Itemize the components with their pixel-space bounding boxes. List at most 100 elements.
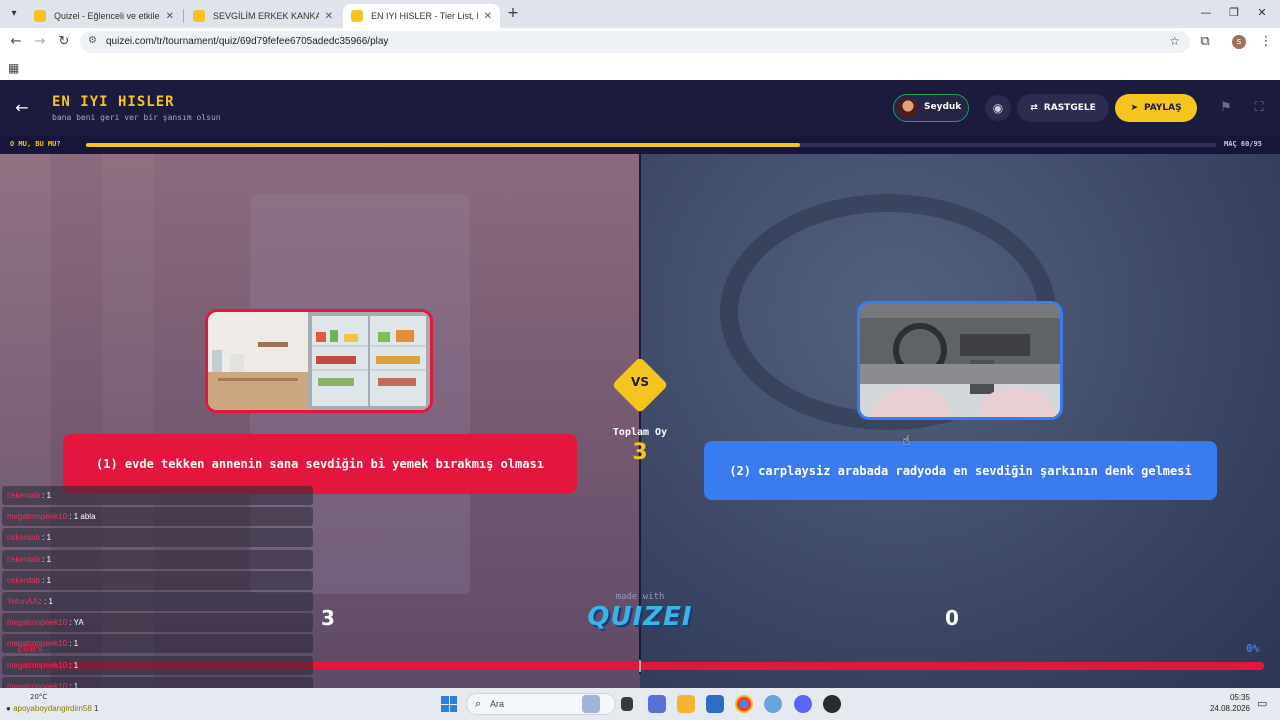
- discord-app-icon[interactable]: [794, 695, 812, 713]
- quizei-favicon-icon: [351, 10, 363, 22]
- close-icon[interactable]: ✕: [484, 11, 492, 22]
- bookmark-star-icon[interactable]: ☆: [1169, 34, 1180, 48]
- chat-username: megatronpeek10: [7, 618, 68, 628]
- bookmarks-bar: ▦: [0, 56, 1280, 80]
- mouse-cursor-icon: ☝: [902, 433, 911, 449]
- back-arrow-icon[interactable]: ←: [12, 98, 32, 118]
- weather-widget[interactable]: 20°C: [30, 693, 47, 701]
- tab-title: EN IYI HISLER - Tier List, Kör Se: [371, 11, 478, 21]
- url-text[interactable]: quizei.com/tr/tournament/quiz/69d79fefee…: [106, 36, 388, 47]
- chat-row: megatronpeek10 : 1: [2, 676, 313, 688]
- avatar: [898, 98, 918, 118]
- chat-row: megatronpeek10 : 1: [2, 655, 313, 675]
- reload-icon[interactable]: ↻: [56, 34, 72, 50]
- vs-label: VS: [631, 375, 649, 389]
- tab-search-icon[interactable]: ▾: [6, 6, 22, 22]
- chat-row: megatronpeek10 : 1: [2, 634, 313, 654]
- chat-text: : 1: [42, 575, 52, 585]
- user-name: Seyduk: [924, 102, 962, 112]
- chat-username: cekerdab: [7, 554, 40, 564]
- settings-app-icon[interactable]: [764, 695, 782, 713]
- extensions-icon[interactable]: ⧉: [1197, 34, 1213, 50]
- left-option-label[interactable]: (1) evde tekken annenin sana sevdiğin bi…: [63, 434, 577, 494]
- chat-username: megatronpeek10: [7, 660, 68, 670]
- apps-grid-icon[interactable]: ▦: [8, 61, 19, 75]
- chat-username: megatronpeek10: [7, 512, 68, 522]
- chat-message: 1: [94, 704, 99, 713]
- match-counter: MAÇ 60/95: [1224, 140, 1262, 148]
- quiz-subtitle: bana beni geri ver bir şansım olsun: [52, 113, 221, 122]
- minimize-icon[interactable]: —: [1196, 6, 1216, 19]
- right-option-image[interactable]: [857, 301, 1063, 420]
- right-option-label[interactable]: (2) carplaysiz arabada radyoda en sevdiğ…: [704, 441, 1217, 500]
- search-placeholder: Ara: [490, 699, 505, 709]
- chrome-app-icon[interactable]: [735, 695, 753, 713]
- chat-text: : 1: [44, 596, 53, 606]
- fullscreen-icon[interactable]: ⛶: [1249, 98, 1269, 118]
- share-button[interactable]: ➤ PAYLAŞ: [1115, 94, 1197, 122]
- browser-tab-bar: ▾ Quizei - Eğlenceli ve etkileşimli ✕ SE…: [0, 0, 1280, 28]
- chat-row: cekerdab : 1: [2, 570, 313, 590]
- notification-icon[interactable]: ▭: [1257, 697, 1267, 710]
- chat-row: megatronpeek10 : YA: [2, 613, 313, 633]
- browser-tab-3-active[interactable]: EN IYI HISLER - Tier List, Kör Se ✕: [343, 4, 500, 28]
- obs-app-icon[interactable]: [823, 695, 841, 713]
- address-bar-row: ← → ↻ ⚙ quizei.com/tr/tournament/quiz/69…: [0, 28, 1280, 56]
- widgets-app-icon[interactable]: [582, 695, 600, 713]
- chat-username: cekerdab: [7, 491, 40, 500]
- search-icon: ⌕: [475, 697, 482, 710]
- tab-title: SEVGİLİM ERKEK KANKASI İLE H: [213, 11, 319, 21]
- teams-app-icon[interactable]: [648, 695, 666, 713]
- chat-text: : 1 abla: [69, 512, 96, 522]
- shuffle-icon: ⇄: [1030, 103, 1038, 113]
- chat-row: cekerdab : 1: [2, 486, 313, 505]
- chat-text: : 1: [69, 639, 79, 649]
- vote-result-midpoint: [639, 660, 641, 672]
- user-profile-pill[interactable]: Seyduk: [893, 94, 969, 122]
- chat-username: cekerdab: [7, 533, 40, 543]
- random-button-label: RASTGELE: [1043, 103, 1096, 113]
- total-votes-label: Toplam Oy: [612, 427, 668, 438]
- quizei-logo: QUIZEI: [587, 602, 693, 632]
- car-interior-picture: [860, 304, 1060, 417]
- right-vote-count: 0: [945, 606, 959, 630]
- new-tab-plus-icon[interactable]: +: [505, 5, 521, 21]
- chat-user: apoyaboydangirdim58: [13, 704, 92, 713]
- made-with-label: made with: [615, 592, 665, 602]
- browser-tab-1[interactable]: Quizei - Eğlenceli ve etkileşimli ✕: [26, 4, 182, 28]
- windows-start-icon[interactable]: [441, 696, 457, 712]
- forward-icon[interactable]: →: [32, 34, 48, 50]
- chat-username: cekerdab: [7, 575, 40, 585]
- task-view-icon[interactable]: [621, 697, 633, 711]
- profile-avatar-icon[interactable]: s: [1232, 35, 1246, 49]
- chat-row: cekerdab : 1: [2, 528, 313, 548]
- chat-username: YetunAAz: [7, 596, 42, 606]
- tab-title: Quizei - Eğlenceli ve etkileşimli: [54, 11, 160, 21]
- flag-icon[interactable]: ⚑: [1216, 98, 1236, 118]
- match-progress-fill: [86, 143, 800, 147]
- chat-text: : 1: [42, 491, 52, 500]
- random-button[interactable]: ⇄ RASTGELE: [1017, 94, 1109, 122]
- chat-text: : 1: [42, 533, 52, 543]
- back-icon[interactable]: ←: [8, 34, 24, 50]
- kebab-menu-icon[interactable]: ⋮: [1258, 34, 1274, 50]
- chat-text: : 1: [69, 660, 79, 670]
- store-app-icon[interactable]: [706, 695, 724, 713]
- maximize-icon[interactable]: ❐: [1224, 6, 1244, 19]
- close-icon[interactable]: ✕: [166, 11, 174, 22]
- duel-arena: (1) evde tekken annenin sana sevdiğin bi…: [0, 154, 1280, 688]
- site-info-icon[interactable]: ⚙: [88, 35, 97, 46]
- url-omnibox[interactable]: ⚙ quizei.com/tr/tournament/quiz/69d79fef…: [80, 31, 1190, 53]
- close-icon[interactable]: ✕: [325, 11, 333, 22]
- browser-tab-2[interactable]: SEVGİLİM ERKEK KANKASI İLE H ✕: [185, 4, 341, 28]
- left-option-image[interactable]: [205, 309, 433, 413]
- match-progress-bar: [86, 143, 1216, 147]
- quiz-header: ← EN IYI HISLER bana beni geri ver bir ş…: [0, 80, 1280, 136]
- windows-taskbar: 20°C ● apoyaboydangirdim58 1 ⌕ Ara 05:35…: [0, 688, 1280, 720]
- file-explorer-icon[interactable]: [677, 695, 695, 713]
- match-progress-row: O MU, BU MU? MAÇ 60/95: [0, 136, 1280, 154]
- window-close-icon[interactable]: ✕: [1252, 6, 1272, 19]
- eye-icon[interactable]: ◉: [985, 95, 1011, 121]
- stream-chat-overlay: cekerdab : 1 megatronpeek10 : 1 abla ceker…: [2, 486, 313, 688]
- taskbar-clock[interactable]: 05:35 24.08.2026: [1204, 692, 1250, 714]
